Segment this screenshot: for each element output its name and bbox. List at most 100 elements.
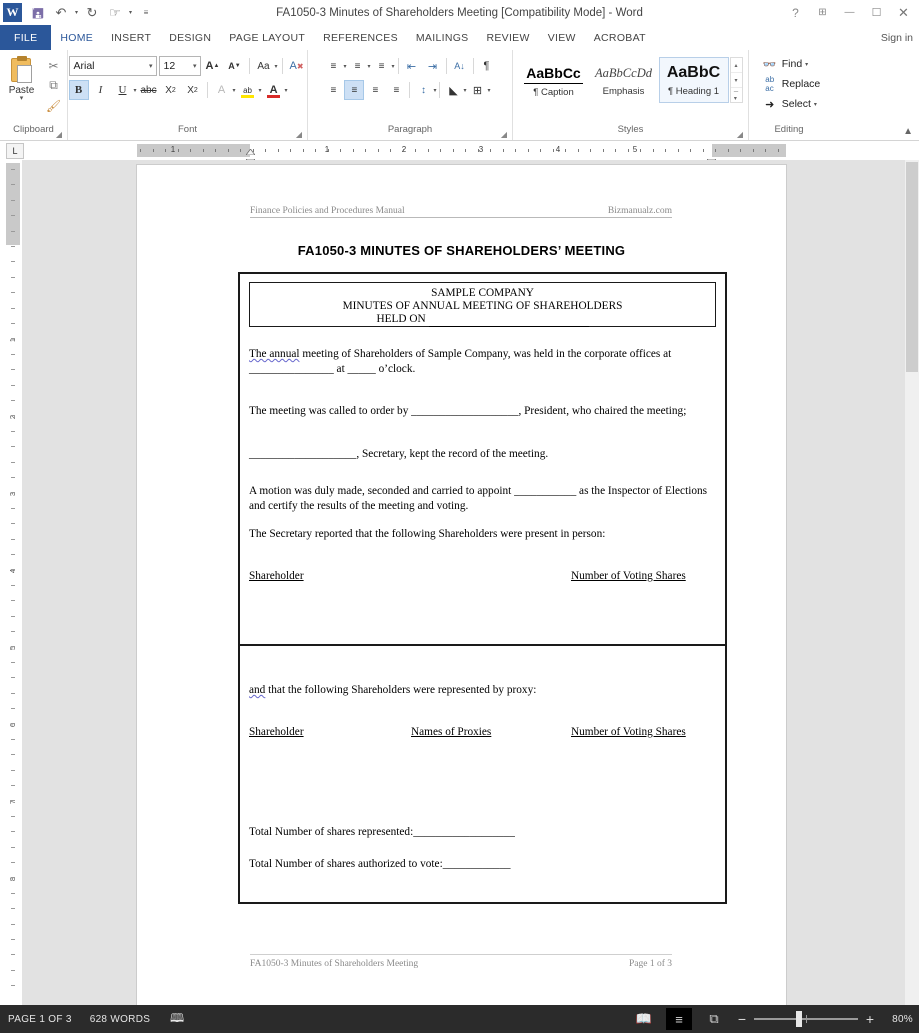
help-button[interactable]: ? <box>782 0 809 25</box>
align-right-button[interactable]: ≡ <box>365 80 385 100</box>
borders-icon[interactable]: ⊞ <box>468 80 488 100</box>
find-chevron-down-icon[interactable]: ▾ <box>805 61 808 68</box>
multilevel-chevron-down-icon[interactable]: ▾ <box>392 63 395 70</box>
right-indent-marker[interactable] <box>706 152 717 166</box>
shrink-font-icon[interactable]: A ▼ <box>225 56 245 76</box>
proofing-errors-icon[interactable]: 🕮 <box>168 1011 186 1027</box>
sign-in-link[interactable]: Sign in <box>881 25 913 50</box>
numbering-chevron-down-icon[interactable]: ▾ <box>367 63 370 70</box>
collapse-ribbon-button[interactable]: ▲ <box>903 126 913 137</box>
style-caption[interactable]: AaBbCc ¶ Caption <box>518 57 589 103</box>
replace-button[interactable]: ab ac Replace <box>762 74 820 94</box>
font-name-input[interactable]: Arial ▾ <box>68 56 157 76</box>
tab-mailings[interactable]: MAILINGS <box>407 25 478 50</box>
hanging-indent-marker[interactable] <box>245 152 256 166</box>
paragraph-dialog-launcher-icon[interactable]: ◢ <box>501 130 507 139</box>
zoom-slider-thumb[interactable] <box>796 1011 802 1027</box>
bold-button[interactable]: B <box>68 80 89 100</box>
word-count[interactable]: 628 WORDS <box>90 1014 151 1025</box>
change-case-chevron-down-icon[interactable]: ▾ <box>275 63 278 70</box>
highlight-chevron-down-icon[interactable]: ▾ <box>259 87 262 94</box>
read-mode-view-button[interactable]: 📖 <box>631 1008 657 1030</box>
tab-page-layout[interactable]: PAGE LAYOUT <box>220 25 314 50</box>
zoom-level[interactable]: 80% <box>885 1014 913 1025</box>
print-layout-view-button[interactable]: ≡ <box>666 1008 692 1030</box>
tab-insert[interactable]: INSERT <box>102 25 160 50</box>
cut-icon[interactable]: ✂ <box>45 57 63 74</box>
justify-button[interactable]: ≡ <box>386 80 406 100</box>
text-effects-icon[interactable]: A <box>212 80 232 100</box>
format-painter-icon[interactable]: 🖌 <box>45 97 63 114</box>
paste-dropdown-icon[interactable]: ▾ <box>20 95 24 102</box>
restore-button[interactable]: ☐ <box>863 0 890 25</box>
first-line-indent-marker[interactable] <box>245 142 256 156</box>
tab-design[interactable]: DESIGN <box>160 25 220 50</box>
align-center-button[interactable]: ≡ <box>344 80 365 100</box>
zoom-slider-track[interactable] <box>754 1011 858 1027</box>
numbering-icon[interactable]: ≡ <box>347 56 367 76</box>
horizontal-ruler[interactable]: L 1 1 2 3 4 5 <box>0 141 919 166</box>
strikethrough-button[interactable]: abc <box>139 80 159 100</box>
document-page-1[interactable]: Finance Policies and Procedures Manual B… <box>137 165 786 1005</box>
italic-button[interactable]: I <box>91 80 111 100</box>
tab-home[interactable]: HOME <box>51 25 103 50</box>
font-color-icon[interactable]: A <box>264 80 284 100</box>
vertical-scrollbar-thumb[interactable] <box>906 162 918 372</box>
show-formatting-marks-icon[interactable]: ¶ <box>477 56 497 76</box>
tab-file[interactable]: FILE <box>0 25 52 50</box>
undo-button[interactable]: ↶ <box>50 2 72 24</box>
change-case-icon[interactable]: Aa <box>254 56 274 76</box>
tab-acrobat[interactable]: ACROBAT <box>585 25 655 50</box>
close-button[interactable]: ✕ <box>890 0 917 25</box>
line-spacing-icon[interactable]: ↕ <box>413 80 433 100</box>
superscript-button[interactable]: X2 <box>183 80 203 100</box>
font-color-chevron-down-icon[interactable]: ▾ <box>285 87 288 94</box>
zoom-control[interactable]: − + <box>736 1011 876 1027</box>
paste-button[interactable]: Paste ▾ <box>2 54 42 114</box>
vertical-ruler[interactable]: 1 2 3 4 5 6 7 8 <box>6 163 20 1003</box>
copy-icon[interactable]: ⧉ <box>45 77 63 94</box>
underline-button[interactable]: U <box>113 80 133 100</box>
style-emphasis[interactable]: AaBbCcDd Emphasis <box>588 57 659 103</box>
ribbon-display-options-icon[interactable]: ⊞ <box>809 0 836 25</box>
horizontal-ruler-track[interactable]: 1 1 2 3 4 5 <box>137 142 786 166</box>
font-dialog-launcher-icon[interactable]: ◢ <box>296 130 302 139</box>
style-heading-1[interactable]: AaBbC ¶ Heading 1 <box>658 57 729 103</box>
subscript-button[interactable]: X2 <box>161 80 181 100</box>
font-size-input[interactable]: 12 ▾ <box>158 56 201 76</box>
decrease-indent-icon[interactable]: ⇤ <box>402 56 422 76</box>
clipboard-dialog-launcher-icon[interactable]: ◢ <box>56 130 62 139</box>
styles-more-icon[interactable]: ─ ▾ <box>731 88 742 102</box>
zoom-in-button[interactable]: + <box>864 1011 876 1027</box>
shading-icon[interactable]: ◣ <box>443 80 463 100</box>
grow-font-icon[interactable]: A ▲ <box>203 56 223 76</box>
text-effects-chevron-down-icon[interactable]: ▾ <box>233 87 236 94</box>
styles-dialog-launcher-icon[interactable]: ◢ <box>737 130 743 139</box>
underline-chevron-down-icon[interactable]: ▾ <box>134 87 137 94</box>
tab-references[interactable]: REFERENCES <box>314 25 407 50</box>
customize-quick-access-button[interactable]: ≡ <box>135 2 157 24</box>
text-highlight-color-icon[interactable]: ab <box>238 80 258 100</box>
minimize-button[interactable]: — <box>836 0 863 25</box>
sort-icon[interactable]: A↓ <box>450 56 470 76</box>
clear-formatting-icon[interactable]: A ✖ <box>287 56 307 76</box>
line-spacing-chevron-down-icon[interactable]: ▾ <box>433 87 436 94</box>
styles-scroll-down-icon[interactable]: ▾ <box>730 73 742 88</box>
tab-review[interactable]: REVIEW <box>477 25 538 50</box>
touch-mode-button[interactable]: ☞ <box>104 2 126 24</box>
select-chevron-down-icon[interactable]: ▾ <box>814 101 817 108</box>
find-button[interactable]: 👓 Find ▾ <box>762 54 808 74</box>
align-left-button[interactable]: ≡ <box>323 80 343 100</box>
borders-chevron-down-icon[interactable]: ▾ <box>488 87 491 94</box>
zoom-out-button[interactable]: − <box>736 1011 748 1027</box>
redo-button[interactable]: ↻ <box>81 2 103 24</box>
tab-stop-selector[interactable]: L <box>6 142 24 159</box>
multilevel-list-icon[interactable]: ≡ <box>372 56 392 76</box>
document-canvas[interactable]: Finance Policies and Procedures Manual B… <box>22 160 919 1005</box>
select-button[interactable]: ➜ Select ▾ <box>762 94 817 114</box>
page-indicator[interactable]: PAGE 1 OF 3 <box>8 1014 72 1025</box>
font-size-chevron-down-icon[interactable]: ▾ <box>189 62 197 70</box>
tab-view[interactable]: VIEW <box>539 25 585 50</box>
vertical-scrollbar[interactable] <box>905 160 919 1005</box>
styles-scroll-up-icon[interactable]: ▴ <box>730 58 742 73</box>
